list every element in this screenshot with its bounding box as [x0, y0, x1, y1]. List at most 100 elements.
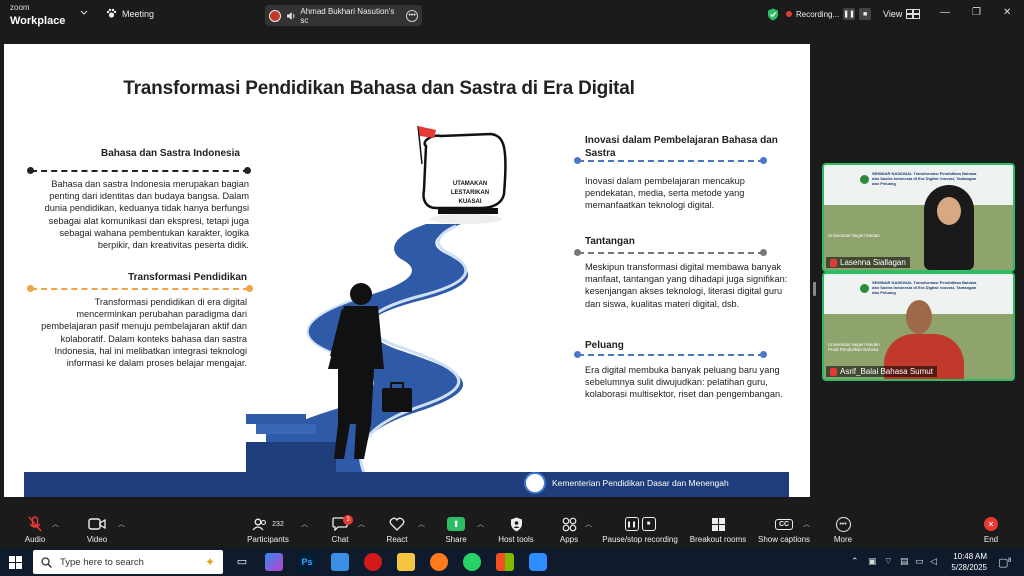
- whatsapp-icon[interactable]: [463, 553, 481, 571]
- audio-label: Audio: [24, 535, 46, 544]
- mascot-sign-text: UTAMAKAN LESTARIKAN KUASAI: [440, 180, 500, 207]
- more-button[interactable]: ••• More: [803, 516, 883, 544]
- clock-date: 5/28/2025: [951, 563, 987, 572]
- end-meeting-button[interactable]: ✕ End: [951, 516, 1024, 544]
- screen-share-indicator[interactable]: Ahmad Bukhari Nasution's sc •••: [265, 5, 422, 26]
- banner-text: SEMINAR NASIONAL Transformasi Pendidikan…: [872, 280, 977, 295]
- apps-icon: [562, 517, 576, 531]
- end-label: End: [983, 535, 999, 544]
- right-section-1-body: Inovasi dalam pembelajaran mencakup pend…: [585, 175, 790, 212]
- mic-muted-icon: [830, 367, 837, 376]
- minimize-icon[interactable]: —: [940, 7, 950, 18]
- banner-text: SEMINAR NASIONAL Transformasi Pendidikan…: [872, 171, 977, 186]
- panel-resize-handle[interactable]: [813, 282, 816, 296]
- video-label: Video: [86, 535, 108, 544]
- speaker-icon: [286, 11, 295, 20]
- file-explorer-icon[interactable]: [397, 553, 415, 571]
- pause-stop-recording-button[interactable]: ❚❚ ■ Pause/stop recording: [600, 516, 680, 544]
- sharing-label: Ahmad Bukhari Nasution's sc: [300, 6, 395, 25]
- brand-top: zoom: [10, 3, 30, 12]
- participant-video-tile[interactable]: SEMINAR NASIONAL Transformasi Pendidikan…: [822, 163, 1015, 272]
- react-label: React: [386, 535, 408, 544]
- windows-start-icon[interactable]: [9, 556, 22, 569]
- section-body: Inovasi dalam pembelajaran mencakup pend…: [585, 176, 745, 211]
- tray-app-icon[interactable]: ▣: [868, 556, 877, 567]
- task-view-icon[interactable]: ▭: [233, 553, 251, 571]
- network-icon[interactable]: ▤: [900, 556, 909, 567]
- mic-muted-icon: [830, 258, 837, 267]
- participants-icon: [252, 518, 267, 530]
- affiliation-text: Universitas Negeri Medan: [828, 233, 880, 238]
- search-highlight-icon: ✦: [204, 555, 215, 569]
- sign-line: KUASAI: [458, 199, 482, 205]
- participant-name-bar: Lasenna Siallagan: [826, 257, 910, 268]
- breakout-label: Breakout rooms: [689, 535, 747, 544]
- tray-chevron-up-icon[interactable]: ⌃: [851, 556, 859, 567]
- search-placeholder: Type here to search: [60, 556, 144, 568]
- taskbar-search-box[interactable]: Type here to search ✦: [33, 550, 223, 574]
- left-section-2: Transformasi Pendidikan: [34, 272, 247, 283]
- copilot-icon[interactable]: [265, 553, 283, 571]
- chevron-down-icon[interactable]: [80, 9, 88, 17]
- sign-line: UTAMAKAN: [452, 181, 488, 187]
- participants-button[interactable]: 232 Participants: [228, 516, 308, 544]
- left-section-1-body: Bahasa dan sastra Indonesia merupakan ba…: [34, 178, 249, 251]
- participant-video-tile[interactable]: SEMINAR NASIONAL Transformasi Pendidikan…: [822, 272, 1015, 381]
- university-logo: [860, 175, 869, 184]
- apps-options-chevron-icon[interactable]: ︿: [585, 519, 592, 529]
- right-section-1: Inovasi dalam Pembelajaran Bahasa dan Sa…: [585, 134, 790, 160]
- app-icon[interactable]: [331, 553, 349, 571]
- stop-recording-icon[interactable]: ■: [859, 8, 872, 20]
- participants-label: Participants: [247, 535, 289, 544]
- more-options-icon[interactable]: •••: [406, 9, 419, 22]
- bullet-dot: [760, 249, 767, 256]
- taskbar-clock[interactable]: 10:48 AM 5/28/2025: [943, 551, 987, 573]
- opera-icon[interactable]: [364, 553, 382, 571]
- shield-icon: [510, 517, 522, 531]
- video-button[interactable]: Video: [57, 516, 137, 544]
- store-icon[interactable]: [496, 553, 514, 571]
- section-body: Bahasa dan sastra Indonesia merupakan ba…: [44, 179, 249, 251]
- left-section-1: Bahasa dan Sastra Indonesia: [34, 148, 249, 159]
- view-button[interactable]: View: [883, 9, 921, 19]
- wifi-icon[interactable]: ⌔: [884, 556, 892, 567]
- meeting-info-button[interactable]: Meeting: [106, 8, 154, 19]
- pause-recording-label: Pause/stop recording: [602, 535, 678, 544]
- pause-icon: ❚❚: [624, 517, 639, 531]
- share-label: Share: [445, 535, 467, 544]
- encryption-shield-icon[interactable]: [767, 8, 779, 21]
- recording-label: Recording...: [796, 9, 840, 19]
- left-section-2-body: Transformasi pendidikan di era digital m…: [34, 296, 247, 369]
- battery-icon[interactable]: ▭: [915, 556, 924, 567]
- section-body: Meskipun transformasi digital membawa ba…: [585, 262, 788, 309]
- more-label: More: [833, 535, 853, 544]
- right-section-3: Peluang: [585, 340, 790, 351]
- notification-icon[interactable]: ▢: [998, 556, 1008, 569]
- bullet-dot: [760, 157, 767, 164]
- apps-button[interactable]: Apps: [529, 516, 609, 544]
- sign-line: LESTARIKAN: [450, 190, 490, 196]
- divider-line: [578, 160, 764, 162]
- photoshop-icon[interactable]: Ps: [298, 553, 316, 571]
- shared-screen-slide: Transformasi Pendidikan Bahasa dan Sastr…: [4, 44, 810, 497]
- pause-recording-icon[interactable]: ❚❚: [843, 8, 856, 20]
- close-icon[interactable]: ✕: [1003, 7, 1011, 18]
- sharer-avatar: [269, 9, 281, 22]
- divider-line: [578, 252, 764, 254]
- mic-muted-icon: [28, 516, 42, 532]
- more-dots-icon: •••: [835, 516, 851, 532]
- restore-icon[interactable]: ❐: [972, 7, 981, 18]
- right-section-2: Tantangan: [585, 236, 790, 247]
- zoom-taskbar-icon[interactable]: [529, 553, 547, 571]
- section-body: Transformasi pendidikan di era digital m…: [41, 297, 247, 369]
- chat-label: Chat: [331, 535, 349, 544]
- video-options-chevron-icon[interactable]: ︿: [118, 519, 125, 529]
- section-heading: Peluang: [585, 340, 624, 351]
- firefox-icon[interactable]: [430, 553, 448, 571]
- affiliation-text: Universitas Negeri Medan Prodi Pendidika…: [828, 342, 880, 352]
- captions-cc-icon: CC: [774, 518, 794, 530]
- meeting-label: Meeting: [122, 8, 155, 19]
- right-section-2-body: Meskipun transformasi digital membawa ba…: [585, 261, 795, 310]
- volume-icon[interactable]: ◁: [930, 556, 937, 567]
- slide-title: Transformasi Pendidikan Bahasa dan Sastr…: [123, 78, 635, 99]
